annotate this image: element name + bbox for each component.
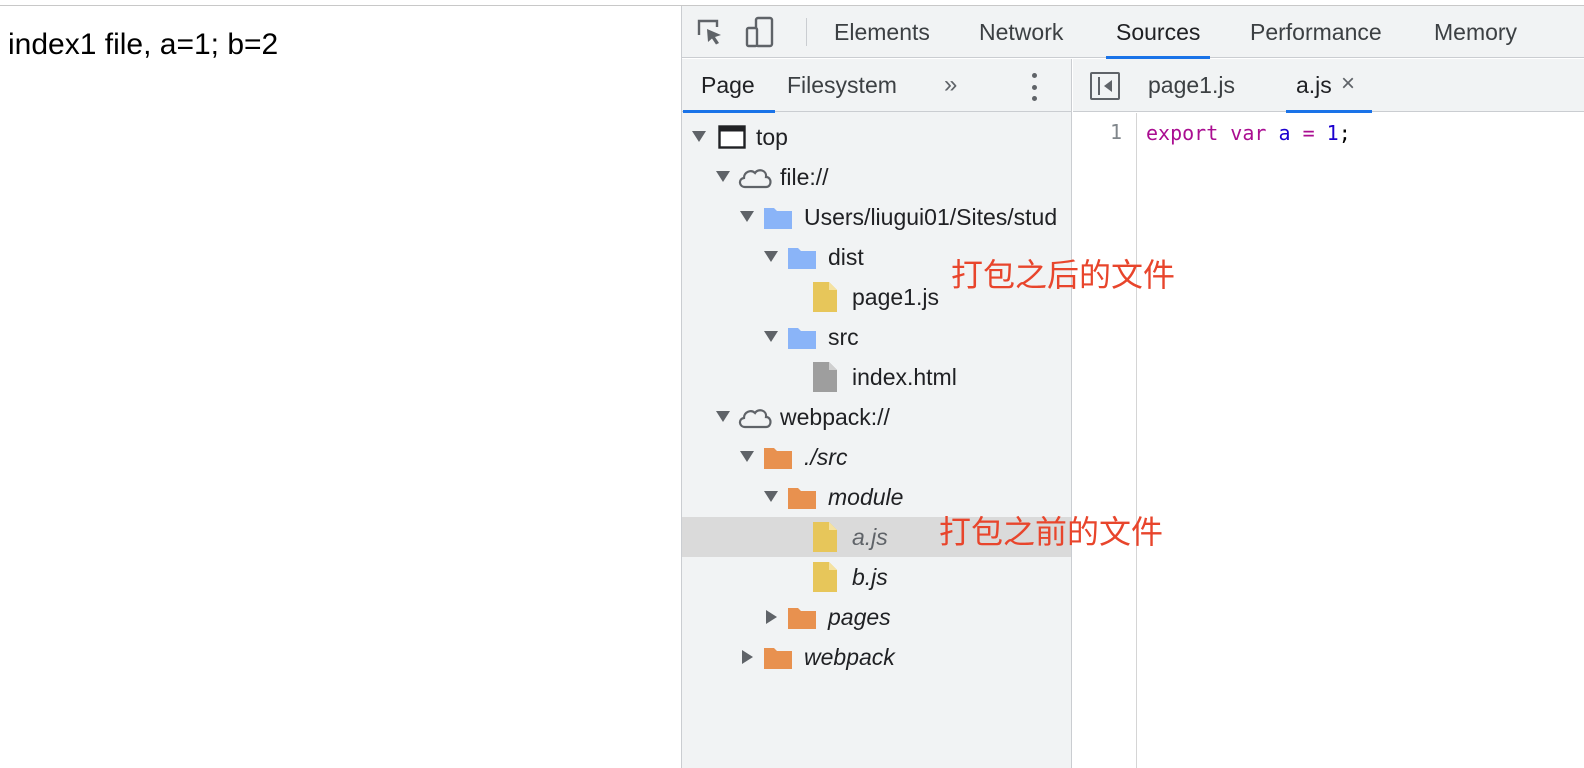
more-tabs-chevron-icon[interactable]: » bbox=[944, 59, 957, 112]
page-body-text: index1 file, a=1; b=2 bbox=[8, 28, 279, 61]
page-viewport: index1 file, a=1; b=2 bbox=[0, 6, 681, 768]
tree-item-label: webpack bbox=[804, 644, 895, 670]
code-number: 1 bbox=[1326, 121, 1339, 145]
tab-page[interactable]: Page bbox=[683, 59, 775, 113]
tree-item-src-folder[interactable]: src bbox=[682, 317, 1071, 357]
tree-item-label: Users/liugui01/Sites/stud bbox=[804, 204, 1058, 230]
expand-arrow-icon[interactable] bbox=[764, 331, 778, 342]
tree-item-webpack-origin[interactable]: webpack:// bbox=[682, 397, 1071, 437]
tree-item-label: file:// bbox=[780, 164, 829, 190]
collapse-arrow-icon[interactable] bbox=[742, 650, 753, 664]
tree-item-label: top bbox=[756, 124, 788, 150]
js-file-icon bbox=[813, 562, 837, 592]
cloud-icon bbox=[738, 169, 772, 189]
line-gutter: 1 bbox=[1073, 113, 1137, 768]
annotation-before-bundle: 打包之前的文件 bbox=[939, 514, 1164, 550]
editor-tab-page1-js[interactable]: page1.js bbox=[1148, 59, 1235, 112]
tree-item-label: page1.js bbox=[852, 284, 939, 310]
file-tree: top file:// Users/liugui01/Sites/stud di… bbox=[682, 113, 1071, 768]
folder-icon bbox=[788, 328, 816, 349]
expand-arrow-icon[interactable] bbox=[740, 451, 754, 462]
toggle-navigator-icon[interactable] bbox=[1090, 72, 1120, 100]
folder-icon bbox=[788, 608, 816, 629]
editor-tabs: page1.js a.js × bbox=[1073, 59, 1584, 113]
tree-item-webpack-folder[interactable]: webpack bbox=[682, 637, 1071, 677]
devtools-panel: Elements Network Sources Performance Mem… bbox=[681, 6, 1584, 768]
tab-memory[interactable]: Memory bbox=[1434, 6, 1517, 58]
tab-filesystem[interactable]: Filesystem bbox=[787, 59, 897, 112]
tree-item-label: webpack:// bbox=[780, 404, 890, 430]
expand-arrow-icon[interactable] bbox=[764, 251, 778, 262]
code-line[interactable]: export var a = 1; bbox=[1146, 120, 1351, 146]
tree-item-label: module bbox=[828, 484, 904, 510]
tab-performance[interactable]: Performance bbox=[1250, 6, 1382, 58]
devtools-main-toolbar: Elements Network Sources Performance Mem… bbox=[682, 6, 1584, 59]
tree-item-label: dist bbox=[828, 244, 864, 270]
collapse-arrow-icon[interactable] bbox=[766, 610, 777, 624]
tree-item-top[interactable]: top bbox=[682, 117, 1071, 157]
tree-item-users-folder[interactable]: Users/liugui01/Sites/stud bbox=[682, 197, 1071, 237]
tree-item-module-folder[interactable]: module bbox=[682, 477, 1071, 517]
folder-icon bbox=[764, 648, 792, 669]
sources-navigator: Page Filesystem » top file:// Users/liug… bbox=[682, 59, 1072, 768]
tab-network[interactable]: Network bbox=[979, 6, 1063, 58]
tree-item-pages-folder[interactable]: pages bbox=[682, 597, 1071, 637]
tree-item-file-origin[interactable]: file:// bbox=[682, 157, 1071, 197]
code-identifier: a bbox=[1278, 121, 1291, 145]
expand-arrow-icon[interactable] bbox=[716, 411, 730, 422]
expand-arrow-icon[interactable] bbox=[716, 171, 730, 182]
tab-elements[interactable]: Elements bbox=[834, 6, 930, 58]
expand-arrow-icon[interactable] bbox=[740, 211, 754, 222]
close-icon[interactable]: × bbox=[1341, 59, 1355, 112]
line-number: 1 bbox=[1109, 120, 1122, 144]
js-file-icon bbox=[813, 522, 837, 552]
tree-item-src-mapped-folder[interactable]: ./src bbox=[682, 437, 1071, 477]
tree-item-label: b.js bbox=[852, 564, 888, 590]
annotation-after-bundle: 打包之后的文件 bbox=[951, 257, 1176, 293]
expand-arrow-icon[interactable] bbox=[692, 131, 706, 142]
folder-icon bbox=[764, 208, 792, 229]
navigator-tabs: Page Filesystem » bbox=[682, 59, 1071, 113]
toolbar-separator bbox=[806, 18, 807, 46]
source-editor: page1.js a.js × 1 export var a = 1; bbox=[1073, 59, 1584, 768]
html-file-icon bbox=[813, 362, 837, 392]
js-file-icon bbox=[813, 282, 837, 312]
tab-sources[interactable]: Sources bbox=[1105, 6, 1211, 59]
tree-item-label: pages bbox=[828, 604, 891, 630]
code-operator: = bbox=[1302, 121, 1315, 145]
folder-icon bbox=[764, 448, 792, 469]
inspect-element-icon[interactable] bbox=[692, 16, 728, 48]
code-keyword: export bbox=[1146, 121, 1219, 145]
device-toolbar-icon[interactable] bbox=[742, 16, 778, 48]
code-punctuation: ; bbox=[1338, 121, 1351, 145]
expand-arrow-icon[interactable] bbox=[764, 491, 778, 502]
editor-tab-a-js[interactable]: a.js bbox=[1286, 59, 1372, 113]
frame-icon bbox=[718, 125, 746, 149]
more-options-icon[interactable] bbox=[1030, 73, 1038, 101]
tree-item-label: src bbox=[828, 324, 859, 350]
tree-item-label: a.js bbox=[852, 524, 888, 550]
tree-item-label: index.html bbox=[852, 364, 957, 390]
folder-icon bbox=[788, 248, 816, 269]
cloud-icon bbox=[738, 409, 772, 429]
folder-icon bbox=[788, 488, 816, 509]
tree-item-label: ./src bbox=[804, 444, 848, 470]
code-keyword: var bbox=[1230, 121, 1267, 145]
tree-item-b-js[interactable]: b.js bbox=[682, 557, 1071, 597]
tree-item-index-html[interactable]: index.html bbox=[682, 357, 1071, 397]
